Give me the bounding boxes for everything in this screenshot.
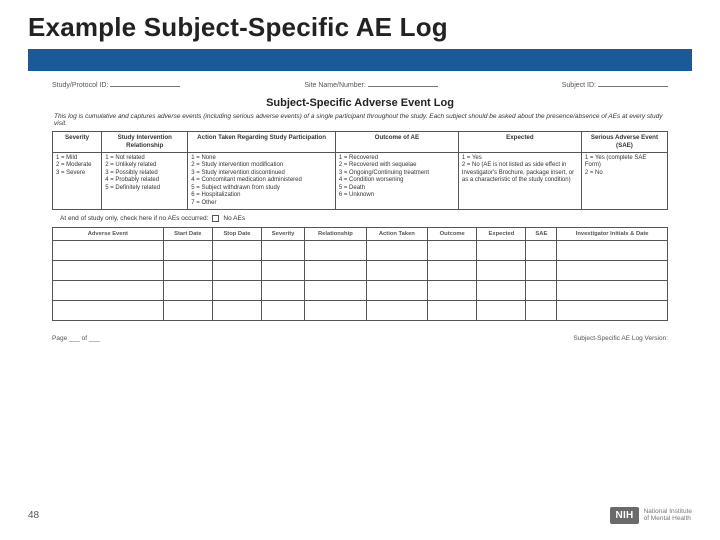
table-row — [53, 261, 668, 281]
blank-line — [368, 79, 438, 87]
log-header-relationship: Relationship — [305, 228, 367, 241]
key-header-outcome: Outcome of AE — [335, 132, 458, 153]
key-header-relationship: Study Intervention Relationship — [102, 132, 188, 153]
slide-page-number: 48 — [28, 510, 39, 521]
log-header-event: Adverse Event — [53, 228, 164, 241]
doc-version-label: Subject-Specific AE Log Version: — [573, 335, 668, 342]
key-cell-severity: 1 = Mild 2 = Moderate 3 = Severe — [53, 152, 102, 210]
key-header-severity: Severity — [53, 132, 102, 153]
blank-line — [598, 79, 668, 87]
table-row — [53, 281, 668, 301]
doc-footer: Page ___ of ___ Subject-Specific AE Log … — [52, 335, 668, 342]
slide-title: Example Subject-Specific AE Log — [28, 12, 692, 43]
log-table: Adverse Event Start Date Stop Date Sever… — [52, 227, 668, 321]
blank-line — [110, 79, 180, 87]
subject-id-label: Subject ID: — [562, 82, 596, 89]
doc-page-indicator: Page ___ of ___ — [52, 335, 100, 342]
log-header-start: Start Date — [163, 228, 212, 241]
nih-logo-box: NIH — [610, 507, 638, 524]
log-header-outcome: Outcome — [428, 228, 477, 241]
doc-title: Subject-Specific Adverse Event Log — [52, 97, 668, 109]
intro-text: This log is cumulative and captures adve… — [52, 113, 668, 127]
no-ae-label: No AEs — [223, 215, 245, 222]
key-header-sae: Serious Adverse Event (SAE) — [581, 132, 667, 153]
key-table: Severity Study Intervention Relationship… — [52, 131, 668, 210]
subject-id-field: Subject ID: — [562, 79, 668, 89]
key-cell-relationship: 1 = Not related 2 = Unlikely related 3 =… — [102, 152, 188, 210]
nih-logo: NIH National Institute of Mental Health — [610, 507, 692, 524]
log-header-expected: Expected — [477, 228, 526, 241]
log-header-stop: Stop Date — [212, 228, 261, 241]
doc-header-row: Study/Protocol ID: Site Name/Number: Sub… — [52, 79, 668, 89]
study-id-field: Study/Protocol ID: — [52, 79, 180, 89]
slide-footer: 48 NIH National Institute of Mental Heal… — [28, 507, 692, 524]
nih-logo-text: National Institute of Mental Health — [644, 509, 692, 523]
key-cell-action: 1 = None 2 = Study intervention modifica… — [188, 152, 336, 210]
end-of-study-label: At end of study only, check here if no A… — [60, 215, 208, 222]
table-row — [53, 301, 668, 321]
key-header-expected: Expected — [458, 132, 581, 153]
key-cell-sae: 1 = Yes (complete SAE Form) 2 = No — [581, 152, 667, 210]
site-label: Site Name/Number: — [304, 82, 365, 89]
nih-text-line2: of Mental Health — [644, 516, 692, 523]
key-cell-outcome: 1 = Recovered 2 = Recovered with sequela… — [335, 152, 458, 210]
no-ae-checkbox — [212, 215, 219, 222]
ae-log-document: Study/Protocol ID: Site Name/Number: Sub… — [28, 79, 692, 342]
table-row — [53, 241, 668, 261]
site-field: Site Name/Number: — [304, 79, 437, 89]
end-of-study-row: At end of study only, check here if no A… — [52, 215, 668, 222]
key-cell-expected: 1 = Yes 2 = No (AE is not listed as side… — [458, 152, 581, 210]
log-header-severity: Severity — [262, 228, 305, 241]
study-id-label: Study/Protocol ID: — [52, 82, 108, 89]
log-header-action: Action Taken — [366, 228, 428, 241]
blue-accent-bar — [28, 49, 692, 71]
log-header-sae: SAE — [526, 228, 557, 241]
log-header-initials: Investigator Initials & Date — [557, 228, 668, 241]
key-header-action: Action Taken Regarding Study Participati… — [188, 132, 336, 153]
